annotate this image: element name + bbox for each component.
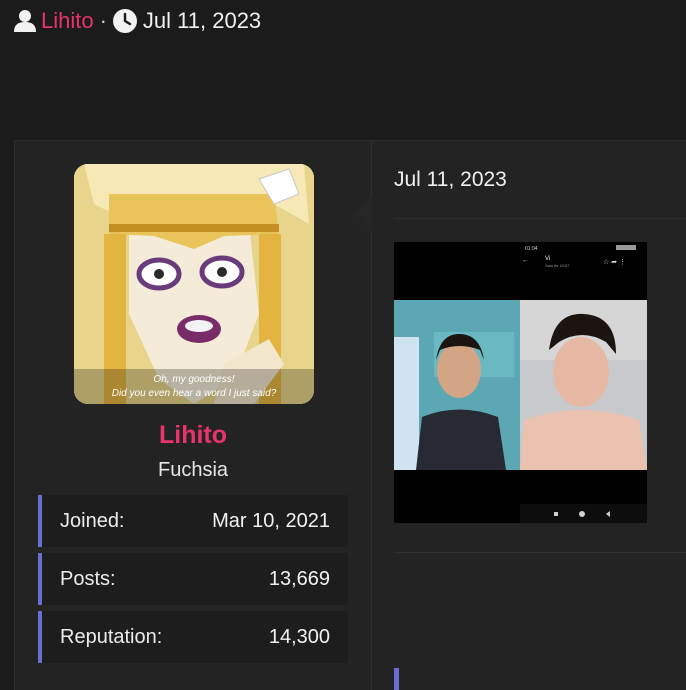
stat-reputation: Reputation: 14,300 — [38, 611, 348, 663]
avatar-caption-line1: Oh, my goodness! — [153, 374, 234, 385]
panel-arrow — [354, 196, 372, 232]
stat-label: Posts: — [60, 567, 116, 590]
stat-posts: Posts: 13,669 — [38, 553, 348, 605]
post-content: Jul 11, 2023 01:04 ← Vi Saiu às 19:57 ☆ … — [354, 141, 686, 690]
thread-meta: Lihito · Jul 11, 2023 — [14, 6, 261, 36]
avatar[interactable]: Oh, my goodness! Did you even hear a wor… — [74, 164, 314, 404]
status-time: 01:04 — [525, 246, 538, 252]
username[interactable]: Lihito — [15, 421, 371, 450]
clock-icon — [112, 9, 137, 33]
stat-value: 14,300 — [268, 625, 330, 648]
user-title: Fuchsia — [157, 459, 229, 481]
stat-label: Joined: — [60, 509, 125, 532]
svg-text:☆ ➦ ⋮: ☆ ➦ ⋮ — [603, 258, 626, 266]
stat-value: Mar 10, 2021 — [212, 509, 330, 532]
svg-text:←: ← — [522, 257, 529, 264]
post-date[interactable]: Jul 11, 2023 — [394, 168, 507, 192]
user-icon — [14, 9, 36, 33]
contact-name: Vi — [545, 256, 550, 262]
user-panel: Oh, my goodness! Did you even hear a wor… — [15, 141, 372, 690]
signature-bar — [394, 668, 399, 690]
thread-date[interactable]: Jul 11, 2023 — [143, 8, 261, 34]
contact-status: Saiu às 19:57 — [545, 263, 570, 268]
stat-label: Reputation: — [60, 625, 163, 648]
image-attachment[interactable]: 01:04 ← Vi Saiu às 19:57 ☆ ➦ ⋮ — [394, 242, 647, 523]
author-link[interactable]: Lihito — [41, 8, 94, 34]
meta-separator: · — [99, 8, 107, 33]
divider — [394, 552, 686, 553]
avatar-caption-line2: Did you even hear a word I just said? — [112, 388, 277, 399]
post: Oh, my goodness! Did you even hear a wor… — [14, 140, 686, 690]
divider — [394, 218, 686, 219]
stat-value: 13,669 — [268, 567, 330, 590]
stat-joined: Joined: Mar 10, 2021 — [38, 495, 348, 547]
